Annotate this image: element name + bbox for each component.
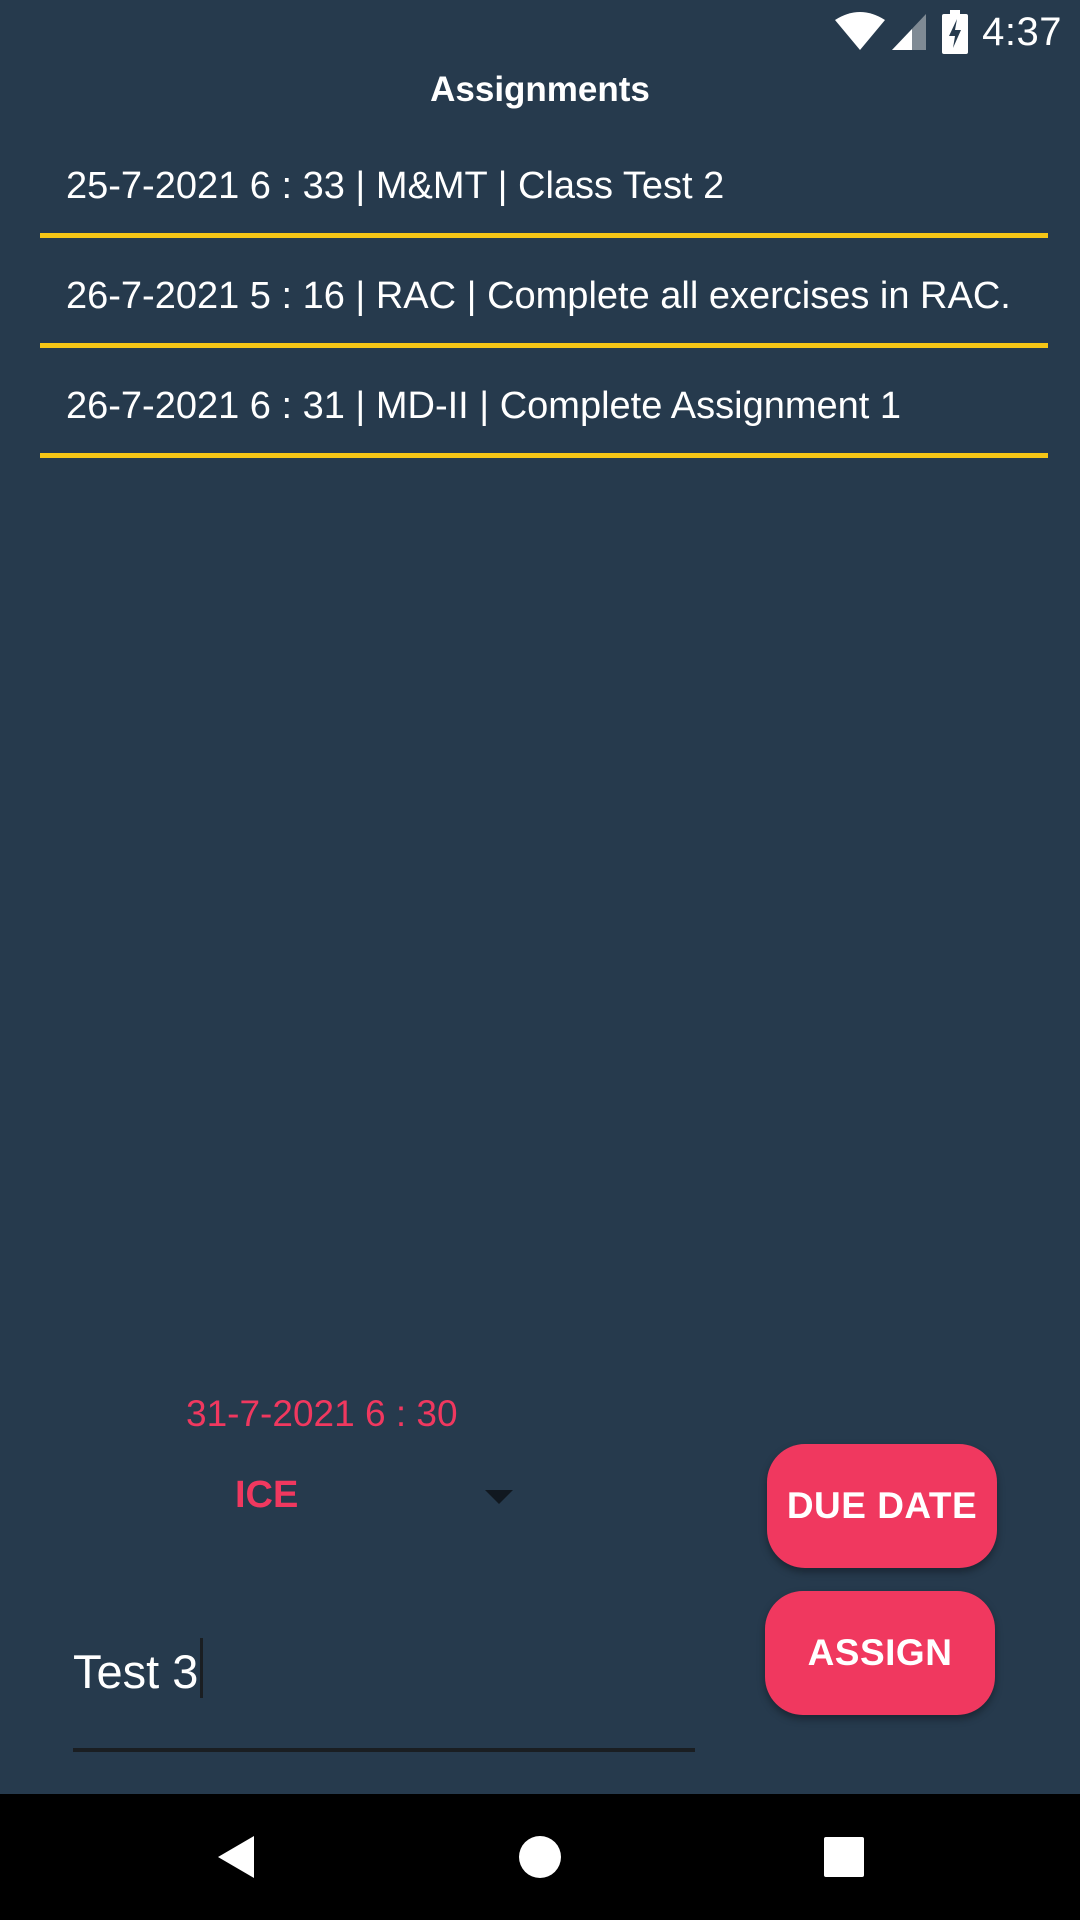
assignment-text: 26-7-2021 5 : 16 | RAC | Complete all ex… — [66, 275, 1011, 317]
page-title: Assignments — [430, 70, 650, 109]
assignment-text: 26-7-2021 6 : 31 | MD-II | Complete Assi… — [66, 385, 902, 427]
back-button[interactable] — [203, 1824, 269, 1890]
assignment-input[interactable]: Test 3 — [73, 1620, 695, 1752]
text-cursor — [200, 1638, 204, 1698]
back-icon — [218, 1836, 254, 1878]
list-item[interactable]: 26-7-2021 5 : 16 | RAC | Complete all ex… — [40, 242, 1048, 348]
home-button[interactable] — [507, 1824, 573, 1890]
status-icons: 4:37 — [834, 6, 1062, 58]
selected-due-date: 31-7-2021 6 : 30 — [186, 1393, 458, 1434]
status-bar: 4:37 — [0, 0, 1080, 63]
assignment-input-value: Test 3 — [73, 1638, 204, 1700]
assignment-text: 25-7-2021 6 : 33 | M&MT | Class Test 2 — [66, 165, 725, 207]
cell-signal-icon — [890, 12, 928, 52]
wifi-icon — [834, 12, 886, 52]
recents-icon — [824, 1837, 864, 1877]
home-icon — [519, 1836, 561, 1878]
assignment-list: 25-7-2021 6 : 33 | M&MT | Class Test 2 2… — [40, 132, 1048, 462]
recents-button[interactable] — [811, 1824, 877, 1890]
navigation-bar — [0, 1794, 1080, 1920]
subject-dropdown[interactable]: ICE — [200, 1466, 530, 1530]
assign-button[interactable]: ASSIGN — [765, 1591, 995, 1715]
battery-charging-icon — [942, 10, 969, 54]
subject-selected-value: ICE — [235, 1474, 299, 1516]
assignment-input-text: Test 3 — [73, 1645, 199, 1698]
clock: 4:37 — [982, 9, 1062, 54]
due-date-button[interactable]: DUE DATE — [767, 1444, 997, 1568]
list-item[interactable]: 26-7-2021 6 : 31 | MD-II | Complete Assi… — [40, 352, 1048, 458]
dropdown-arrow-icon — [485, 1490, 513, 1504]
list-item[interactable]: 25-7-2021 6 : 33 | M&MT | Class Test 2 — [40, 132, 1048, 238]
